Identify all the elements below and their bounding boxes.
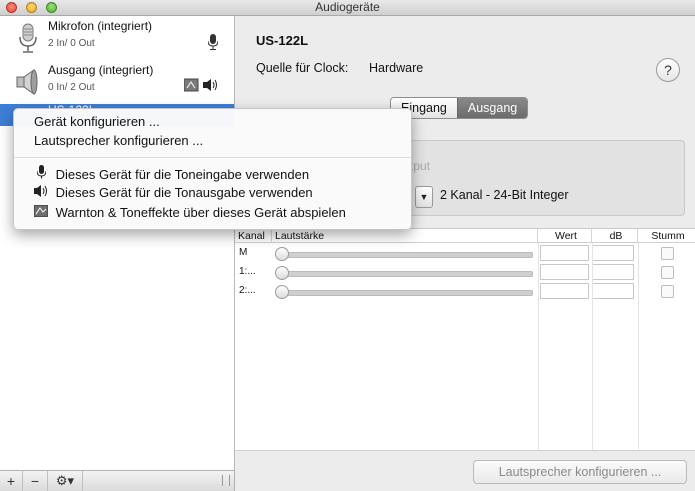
gear-menu-button[interactable]: ⚙▾ [48, 471, 83, 491]
configure-speakers-button[interactable]: Lautsprecher konfigurieren ... [473, 460, 687, 484]
device-io: 0 In/ 2 Out [48, 82, 95, 93]
volume-slider-knob[interactable] [275, 266, 289, 280]
column-divider [592, 243, 593, 451]
volume-slider[interactable] [281, 290, 533, 296]
mute-checkbox[interactable] [661, 247, 674, 260]
col-header-mute: Stumm [651, 230, 685, 242]
device-item-ausgang[interactable]: Ausgang (integriert) 0 In/ 2 Out [0, 60, 234, 104]
db-field[interactable] [592, 264, 634, 280]
db-field[interactable] [592, 283, 634, 299]
remove-device-button[interactable]: − [23, 471, 48, 491]
table-row: 1:... [235, 263, 695, 282]
device-name: Ausgang (integriert) [48, 63, 154, 77]
volume-slider[interactable] [281, 271, 533, 277]
volume-slider[interactable] [281, 252, 533, 258]
format-value: 2 Kanal - 24-Bit Integer [440, 188, 569, 202]
channel-label: 2:... [239, 285, 256, 296]
volume-slider-knob[interactable] [275, 247, 289, 261]
menu-item-alert-sounds[interactable]: Warnton & Toneffekte über dieses Gerät a… [33, 204, 346, 220]
table-row: M [235, 244, 695, 263]
menu-separator [14, 157, 411, 158]
device-io: 2 In/ 0 Out [48, 38, 95, 49]
value-field[interactable] [540, 245, 589, 261]
input-default-microphone-icon [207, 34, 219, 53]
microphone-icon [19, 23, 37, 53]
output-default-icons [183, 78, 218, 95]
format-dropdown-arrow-icon[interactable]: ▼ [415, 186, 433, 208]
col-header-volume: Lautstärke [272, 229, 538, 243]
column-divider [638, 243, 639, 451]
volume-slider-knob[interactable] [275, 285, 289, 299]
db-field[interactable] [592, 245, 634, 261]
table-row: 2:... [235, 282, 695, 301]
value-field[interactable] [540, 283, 589, 299]
mute-checkbox[interactable] [661, 285, 674, 298]
menu-item-configure-device[interactable]: Gerät konfigurieren ... [34, 114, 160, 129]
menu-item-label: Dieses Gerät für die Tonausgabe verwende… [55, 185, 313, 200]
column-divider [538, 243, 539, 451]
menu-item-configure-speakers[interactable]: Lautsprecher konfigurieren ... [34, 133, 203, 148]
alert-sound-speaker-icon [183, 78, 217, 92]
device-name: Mikrofon (integriert) [48, 19, 153, 33]
speaker-icon [34, 185, 48, 200]
menu-item-label: Warnton & Toneffekte über dieses Gerät a… [55, 205, 346, 220]
device-item-mikrofon[interactable]: Mikrofon (integriert) 2 In/ 0 Out [0, 16, 234, 60]
window-title: Audiogeräte [315, 0, 380, 14]
col-header-channel: Kanal [235, 229, 272, 243]
value-field[interactable] [540, 264, 589, 280]
menu-item-use-for-output[interactable]: Dieses Gerät für die Tonausgabe verwende… [34, 185, 313, 200]
menu-item-label: Dieses Gerät für die Toneingabe verwende… [55, 167, 310, 182]
mute-checkbox[interactable] [661, 266, 674, 279]
clock-source-value[interactable]: Hardware [369, 61, 423, 75]
col-header-value: Wert [538, 229, 592, 243]
device-context-menu: Gerät konfigurieren ... Lautsprecher kon… [13, 108, 412, 230]
device-sidebar: Mikrofon (integriert) 2 In/ 0 Out Ausgan… [0, 16, 235, 470]
channel-label: M [239, 247, 248, 258]
channel-table: Kanal Lautstärke Wert dB Stumm M 1:... 2… [235, 228, 695, 451]
menu-item-label: Lautsprecher konfigurieren ... [34, 133, 204, 148]
device-title: US-122L [256, 33, 309, 48]
add-device-button[interactable]: + [0, 471, 23, 491]
col-header-db: dB [592, 229, 638, 243]
menu-item-use-for-input[interactable]: Dieses Gerät für die Toneingabe verwende… [34, 165, 309, 182]
clock-source-label: Quelle für Clock: [256, 61, 349, 75]
tab-ausgang[interactable]: Ausgang [456, 98, 528, 118]
channel-label: 1:... [239, 266, 256, 277]
alert-sound-icon [33, 204, 49, 220]
table-header-divider [235, 242, 695, 243]
help-button[interactable]: ? [656, 58, 680, 82]
microphone-icon [34, 165, 48, 182]
title-bar: Audiogeräte [0, 0, 695, 16]
sidebar-toolbar: + − ⚙▾ [0, 470, 235, 491]
speaker-icon [16, 69, 38, 95]
resize-grip-icon[interactable] [222, 475, 230, 486]
format-source-label: tput [410, 159, 431, 173]
menu-item-label: Gerät konfigurieren ... [34, 114, 160, 129]
